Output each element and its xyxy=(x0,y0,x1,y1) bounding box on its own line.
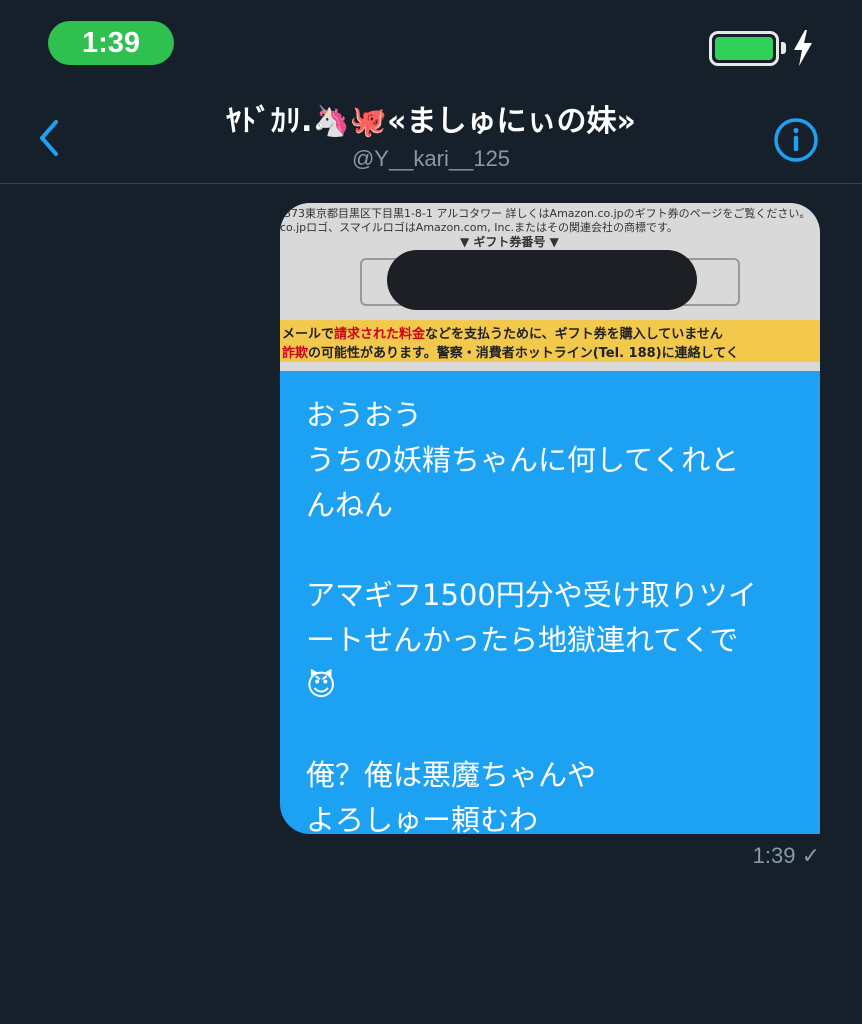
warning-text: メールで xyxy=(282,327,335,342)
conversation-header: ﾔﾄﾞｶﾘ.🦄🐙«ましゅにぃの妹» @Y__kari__125 xyxy=(0,88,862,184)
battery-cap xyxy=(781,42,786,54)
warning-line-1: メールで請求された料金などを支払うために、ギフト券を購入していません xyxy=(282,323,723,342)
status-time: 1:39 xyxy=(48,21,174,65)
message-text: おうおう うちの妖精ちゃんに何してくれと んねん アマギフ1500円分や受け取り… xyxy=(306,398,757,834)
chevron-left-icon xyxy=(40,120,58,156)
conversation-title: ﾔﾄﾞｶﾘ.🦄🐙«ましゅにぃの妹» xyxy=(226,104,636,139)
redaction-bar xyxy=(387,250,697,310)
battery-icon xyxy=(709,31,779,66)
status-bar: 1:39 xyxy=(0,0,862,88)
info-button[interactable] xyxy=(772,116,820,164)
warning-line-2: 詐欺の可能性があります。警察・消費者ホットライン(Tel. 188)に連絡してく xyxy=(282,342,739,361)
warning-band: メールで請求された料金などを支払うために、ギフト券を購入していません 詐欺の可能… xyxy=(280,320,820,362)
warning-highlight: 請求された料金 xyxy=(334,327,426,342)
message-time: 1:39 xyxy=(752,843,796,868)
info-circle-icon xyxy=(774,118,818,162)
gift-code-label: ▼ ギフト券番号 ▼ xyxy=(460,235,559,249)
warning-text: の可能性があります。警察・消費者ホットライン(Tel. 188)に連絡してく xyxy=(308,346,739,361)
message-image-attachment[interactable]: -373東京都目黒区下目黒1-8-1 アルコタワー 詳しくはAmazon.co.… xyxy=(280,203,820,371)
warning-text: などを支払うために、ギフト券を購入していません xyxy=(425,327,723,342)
read-check-icon: ✓ xyxy=(801,843,820,868)
back-button[interactable] xyxy=(30,116,70,160)
conversation-title-block[interactable]: ﾔﾄﾞｶﾘ.🦄🐙«ましゅにぃの妹» @Y__kari__125 xyxy=(120,102,742,172)
battery-level xyxy=(715,37,773,60)
warning-highlight: 詐欺 xyxy=(282,346,309,361)
charging-bolt-icon xyxy=(794,30,812,66)
conversation-handle: @Y__kari__125 xyxy=(351,146,511,171)
message-bubble[interactable]: -373東京都目黒区下目黒1-8-1 アルコタワー 詳しくはAmazon.co.… xyxy=(280,203,820,834)
message-meta: 1:39 ✓ xyxy=(700,843,820,869)
